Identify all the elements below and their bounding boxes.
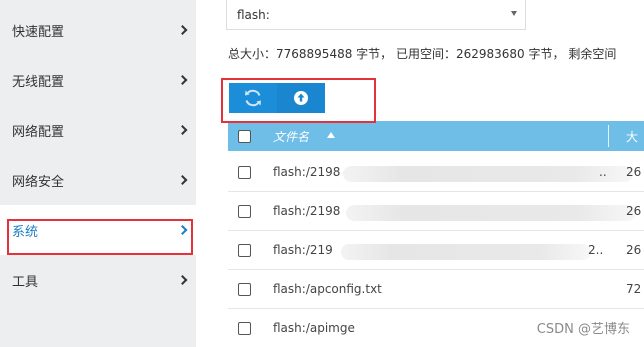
watermark: CSDN @艺博东	[536, 322, 630, 337]
row-checkbox[interactable]	[238, 166, 251, 179]
chevron-right-icon	[177, 25, 188, 35]
file-size: 72	[626, 282, 642, 296]
upload-button[interactable]	[277, 83, 325, 113]
redacted-text	[343, 166, 633, 182]
row-checkbox[interactable]	[238, 244, 251, 257]
file-size: 26	[626, 204, 642, 218]
row-checkbox[interactable]	[238, 205, 251, 218]
select-all-checkbox[interactable]	[238, 130, 251, 143]
refresh-icon	[245, 89, 261, 107]
chevron-right-icon	[177, 175, 188, 185]
filesystem-select[interactable]: flash:	[226, 0, 526, 30]
sort-ascending-icon[interactable]	[327, 132, 335, 138]
file-name: flash:/219	[273, 243, 333, 257]
storage-info: 总大小：7768895488 字节， 已用空间：262983680 字节， 剩余…	[228, 47, 617, 61]
sidebar-item-label: 工具	[12, 274, 39, 290]
file-name-ellipsis: ..	[599, 165, 607, 179]
redacted-text	[346, 205, 636, 221]
sidebar-item-wireless-config[interactable]: 无线配置	[0, 55, 196, 105]
file-name: flash:/apimge	[273, 321, 355, 335]
filesystem-select-value: flash:	[237, 7, 270, 22]
main-content: flash: 总大小：7768895488 字节， 已用空间：262983680…	[196, 0, 644, 347]
file-size: 26	[626, 165, 642, 179]
column-header-filename[interactable]: 文件名	[273, 128, 309, 145]
sidebar-item-label: 无线配置	[12, 74, 65, 90]
column-header-size[interactable]: 大	[626, 128, 638, 145]
table-row[interactable]: flash:/219 2.. 26	[228, 232, 644, 270]
sidebar-item-tools[interactable]: 工具	[0, 255, 196, 305]
caret-down-icon	[511, 11, 517, 16]
toolbar	[229, 83, 325, 113]
table-row[interactable]: flash:/apconfig.txt 72	[228, 271, 644, 309]
file-name-ellipsis: 2..	[588, 243, 604, 257]
sidebar-item-network-config[interactable]: 网络配置	[0, 105, 196, 155]
upload-icon	[294, 91, 308, 105]
sidebar-item-label: 快速配置	[12, 24, 65, 40]
chevron-right-icon	[177, 125, 188, 135]
sidebar-item-label: 系统	[12, 224, 39, 240]
refresh-button[interactable]	[229, 83, 277, 113]
sidebar-item-label: 网络配置	[12, 124, 65, 140]
sidebar-item-system[interactable]: 系统	[0, 205, 196, 255]
chevron-right-icon	[177, 75, 188, 85]
file-name: flash:/2198	[273, 204, 341, 218]
table-row[interactable]: flash:/2198 .. 26	[228, 154, 644, 192]
row-checkbox[interactable]	[238, 322, 251, 335]
sidebar-item-label: 网络安全	[12, 174, 65, 190]
table-row[interactable]: flash:/2198 26	[228, 193, 644, 231]
file-size: 26	[626, 243, 642, 257]
sidebar-item-network-security[interactable]: 网络安全	[0, 155, 196, 205]
file-name: flash:/apconfig.txt	[273, 282, 382, 296]
row-checkbox[interactable]	[238, 283, 251, 296]
column-divider	[608, 125, 609, 147]
redacted-text	[341, 244, 591, 260]
table-header: 文件名 大	[228, 121, 644, 151]
file-name: flash:/2198	[273, 165, 341, 179]
chevron-right-icon	[177, 225, 188, 235]
sidebar-item-quick-config[interactable]: 快速配置	[0, 5, 196, 55]
sidebar: 快速配置 无线配置 网络配置 网络安全 系统 工具	[0, 0, 196, 347]
chevron-right-icon	[177, 275, 188, 285]
